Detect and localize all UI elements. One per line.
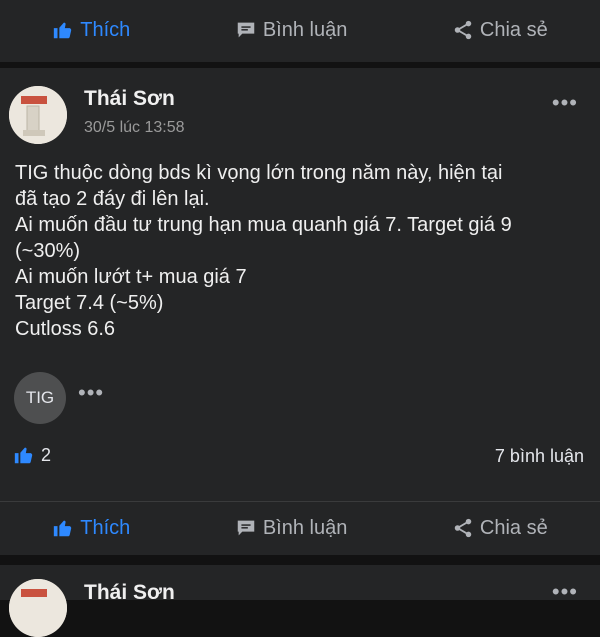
comment-count[interactable]: 7 bình luận — [495, 446, 584, 467]
post-line: Target 7.4 (~5%) — [15, 292, 164, 314]
post-content: TIG thuộc dòng bds kì vọng lớn trong năm… — [15, 160, 590, 342]
avatar-image — [9, 86, 67, 144]
author-name[interactable]: Thái Sơn — [84, 581, 175, 605]
avatar[interactable] — [9, 86, 67, 144]
share-button[interactable]: Chia sẻ — [452, 517, 548, 540]
action-bar: Thích Bình luận Chia sẻ — [0, 0, 600, 60]
author-name[interactable]: Thái Sơn — [84, 87, 175, 111]
comment-button[interactable]: Bình luận — [235, 516, 348, 540]
share-button[interactable]: Chia sẻ — [452, 19, 548, 42]
comment-label: Bình luận — [262, 516, 348, 539]
action-bar: Thích Bình luận Chia sẻ — [0, 501, 600, 554]
post-line: đã tạo 2 đáy đi lên lại. — [15, 188, 210, 210]
avatar-image — [9, 579, 67, 637]
next-post-card: Thái Sơn ••• — [0, 565, 600, 637]
like-summary[interactable]: 2 — [13, 444, 51, 466]
like-button[interactable]: Thích — [52, 19, 130, 42]
thumbs-up-icon — [54, 520, 72, 537]
prev-post-actions-card: Thích Bình luận Chia sẻ — [0, 0, 600, 62]
post-line: (~30%) — [15, 240, 81, 262]
like-label: Thích — [80, 18, 131, 41]
like-count: 2 — [41, 444, 52, 465]
like-button[interactable]: Thích — [52, 517, 130, 540]
tag-more-icon[interactable]: ••• — [78, 380, 104, 406]
post-line: TIG thuộc dòng bds kì vọng lớn trong năm… — [15, 162, 503, 184]
comment-label: Bình luận — [262, 18, 348, 41]
thumbs-up-icon — [54, 22, 72, 39]
like-label: Thích — [80, 516, 131, 539]
post-timestamp[interactable]: 30/5 lúc 13:58 — [84, 119, 185, 137]
share-icon — [454, 518, 472, 538]
post-card: Thái Sơn 30/5 lúc 13:58 ••• TIG thuộc dò… — [0, 68, 600, 555]
avatar[interactable] — [9, 579, 67, 637]
post-line: Ai muốn đầu tư trung hạn mua quanh giá 7… — [15, 214, 512, 236]
speech-bubble-icon — [237, 520, 255, 536]
comment-button[interactable]: Bình luận — [235, 18, 348, 42]
more-options-icon[interactable]: ••• — [552, 90, 578, 116]
thumbs-up-icon — [14, 447, 33, 464]
post-line: Ai muốn lướt t+ mua giá 7 — [15, 266, 247, 288]
speech-bubble-icon — [237, 22, 255, 38]
post-line: Cutloss 6.6 — [15, 318, 116, 340]
more-options-icon[interactable]: ••• — [552, 579, 578, 605]
share-label: Chia sẻ — [479, 18, 548, 41]
share-label: Chia sẻ — [479, 516, 548, 539]
stock-tag-chip[interactable]: TIG — [14, 372, 66, 424]
share-icon — [454, 20, 472, 40]
